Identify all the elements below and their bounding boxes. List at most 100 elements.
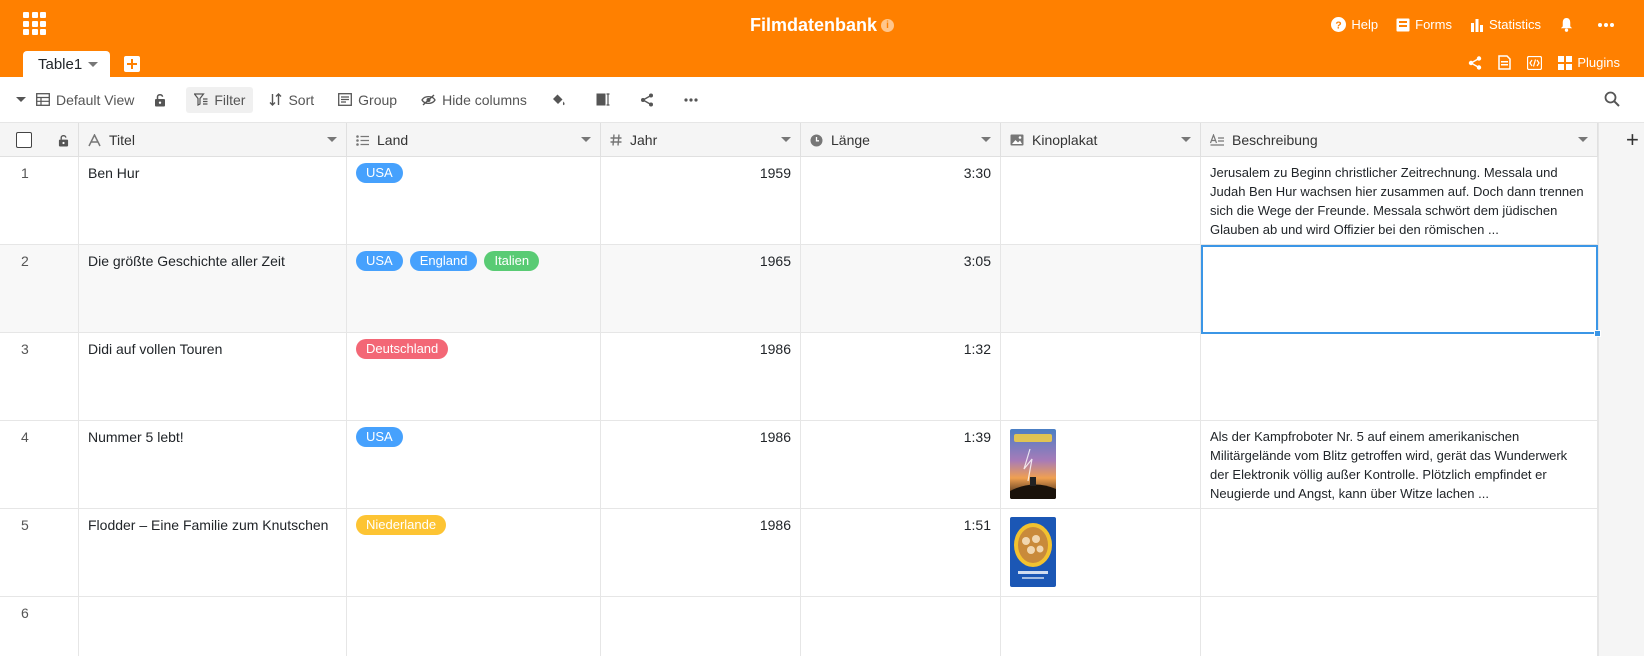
cell-land[interactable]: USA bbox=[347, 157, 601, 245]
caret-down-icon[interactable] bbox=[781, 137, 791, 142]
caret-down-icon[interactable] bbox=[327, 137, 337, 142]
share-table-button[interactable] bbox=[1468, 55, 1482, 70]
statistics-icon bbox=[1470, 18, 1483, 32]
cell-beschreibung[interactable] bbox=[1201, 509, 1598, 597]
poster-thumbnail[interactable] bbox=[1010, 517, 1056, 587]
cell-jahr[interactable]: 1959 bbox=[601, 157, 801, 245]
group-label: Group bbox=[358, 91, 398, 108]
cell-land[interactable]: Niederlande bbox=[347, 509, 601, 597]
tab-table1[interactable]: Table1 bbox=[23, 51, 111, 77]
cell-titel[interactable] bbox=[79, 597, 347, 656]
search-button[interactable] bbox=[1604, 91, 1620, 110]
cell-laenge[interactable]: 1:32 bbox=[801, 333, 1001, 421]
column-name: Titel bbox=[109, 132, 135, 148]
cell-jahr[interactable]: 1986 bbox=[601, 509, 801, 597]
cell-kinoplakat[interactable] bbox=[1001, 245, 1201, 333]
filter-button[interactable]: Filter bbox=[186, 86, 254, 113]
cell-laenge[interactable]: 1:51 bbox=[801, 509, 1001, 597]
cell-beschreibung[interactable] bbox=[1201, 597, 1598, 656]
active-cell-outline bbox=[1201, 245, 1598, 334]
export-button[interactable] bbox=[1498, 55, 1512, 70]
view-name: Default View bbox=[56, 91, 135, 108]
unlock-icon[interactable] bbox=[58, 134, 69, 147]
caret-down-icon bbox=[16, 97, 26, 102]
clock-icon bbox=[810, 134, 823, 146]
caret-down-icon[interactable] bbox=[981, 137, 991, 142]
caret-down-icon[interactable] bbox=[581, 137, 591, 142]
row-height-icon bbox=[596, 93, 610, 106]
cell-titel[interactable]: Ben Hur bbox=[79, 157, 347, 245]
cell-titel[interactable]: Nummer 5 lebt! bbox=[79, 421, 347, 509]
cell-kinoplakat[interactable] bbox=[1001, 157, 1201, 245]
poster-thumbnail[interactable] bbox=[1010, 429, 1056, 499]
more-horizontal-icon bbox=[684, 97, 698, 102]
caret-down-icon[interactable] bbox=[1181, 137, 1191, 142]
cell-laenge[interactable] bbox=[801, 597, 1001, 656]
hide-columns-button[interactable]: Hide columns bbox=[421, 87, 527, 113]
column-header-titel[interactable]: Titel bbox=[79, 123, 347, 157]
notifications-button[interactable] bbox=[1559, 17, 1579, 32]
select-all-checkbox[interactable] bbox=[16, 132, 32, 148]
sort-button[interactable]: Sort bbox=[269, 87, 314, 113]
table-row[interactable]: 5 Flodder – Eine Familie zum Knutschen N… bbox=[0, 509, 1598, 597]
cell-titel[interactable]: Didi auf vollen Touren bbox=[79, 333, 347, 421]
view-lock-button[interactable] bbox=[154, 87, 172, 113]
cell-titel[interactable]: Flodder – Eine Familie zum Knutschen bbox=[79, 509, 347, 597]
fill-handle[interactable] bbox=[1594, 330, 1601, 337]
add-table-icon[interactable] bbox=[124, 56, 141, 72]
column-header-kinoplakat[interactable]: Kinoplakat bbox=[1001, 123, 1201, 157]
add-column-icon[interactable]: + bbox=[1626, 129, 1639, 151]
cell-laenge[interactable]: 1:39 bbox=[801, 421, 1001, 509]
group-icon bbox=[338, 93, 353, 106]
movie-poster-image bbox=[1010, 429, 1056, 499]
cell-beschreibung[interactable]: Jerusalem zu Beginn christlicher Zeitrec… bbox=[1201, 157, 1598, 245]
cell-land[interactable] bbox=[347, 597, 601, 656]
cell-beschreibung[interactable]: Als der Kampfroboter Nr. 5 auf einem ame… bbox=[1201, 421, 1598, 509]
cell-land[interactable]: Deutschland bbox=[347, 333, 601, 421]
base-title[interactable]: Filmdatenbank bbox=[750, 15, 877, 35]
cell-jahr[interactable] bbox=[601, 597, 801, 656]
view-selector[interactable]: Default View bbox=[16, 87, 134, 113]
plugins-button[interactable]: Plugins bbox=[1558, 55, 1620, 70]
group-button[interactable]: Group bbox=[338, 87, 397, 113]
cell-jahr[interactable]: 1986 bbox=[601, 421, 801, 509]
statistics-button[interactable]: Statistics bbox=[1470, 17, 1541, 32]
info-icon[interactable]: i bbox=[881, 19, 895, 32]
country-tag: Italien bbox=[484, 251, 540, 271]
caret-down-icon[interactable] bbox=[1578, 137, 1588, 142]
share-view-button[interactable] bbox=[640, 87, 660, 113]
table-row[interactable]: 3 Didi auf vollen Touren Deutschland 198… bbox=[0, 333, 1598, 421]
cell-beschreibung[interactable] bbox=[1201, 333, 1598, 421]
cell-kinoplakat[interactable] bbox=[1001, 509, 1201, 597]
column-header-land[interactable]: Land bbox=[347, 123, 601, 157]
column-header-beschreibung[interactable]: Beschreibung bbox=[1201, 123, 1598, 157]
cell-laenge[interactable]: 3:05 bbox=[801, 245, 1001, 333]
share-icon bbox=[1469, 55, 1482, 70]
column-header-laenge[interactable]: Länge bbox=[801, 123, 1001, 157]
tab-label: Table1 bbox=[38, 55, 83, 73]
table-row[interactable]: 4 Nummer 5 lebt! USA 1986 1:39 Als der K… bbox=[0, 421, 1598, 509]
cell-jahr[interactable]: 1965 bbox=[601, 245, 801, 333]
grid-empty-area bbox=[1598, 123, 1644, 656]
cell-titel[interactable]: Die größte Geschichte aller Zeit bbox=[79, 245, 347, 333]
toolbar-more-button[interactable] bbox=[684, 87, 704, 113]
cell-kinoplakat[interactable] bbox=[1001, 421, 1201, 509]
api-button[interactable] bbox=[1527, 55, 1543, 70]
column-header-jahr[interactable]: Jahr bbox=[601, 123, 801, 157]
cell-land[interactable]: USA England Italien bbox=[347, 245, 601, 333]
cell-land[interactable]: USA bbox=[347, 421, 601, 509]
chevron-down-icon[interactable] bbox=[88, 61, 99, 67]
help-label: Help bbox=[1351, 17, 1379, 32]
cell-kinoplakat[interactable] bbox=[1001, 333, 1201, 421]
cell-laenge[interactable]: 3:30 bbox=[801, 157, 1001, 245]
help-button[interactable]: ? Help bbox=[1331, 17, 1378, 32]
table-row[interactable]: 1 Ben Hur USA 1959 3:30 Jerusalem zu Beg… bbox=[0, 157, 1598, 245]
forms-button[interactable]: Forms bbox=[1396, 17, 1452, 32]
cell-jahr[interactable]: 1986 bbox=[601, 333, 801, 421]
grid-header: Titel Land Jahr Länge Kinoplakat Beschre… bbox=[0, 123, 1598, 157]
table-row[interactable]: 6 bbox=[0, 597, 1598, 656]
row-color-button[interactable] bbox=[551, 87, 572, 113]
more-menu-button[interactable] bbox=[1597, 22, 1620, 28]
cell-kinoplakat[interactable] bbox=[1001, 597, 1201, 656]
row-height-button[interactable] bbox=[596, 87, 616, 113]
